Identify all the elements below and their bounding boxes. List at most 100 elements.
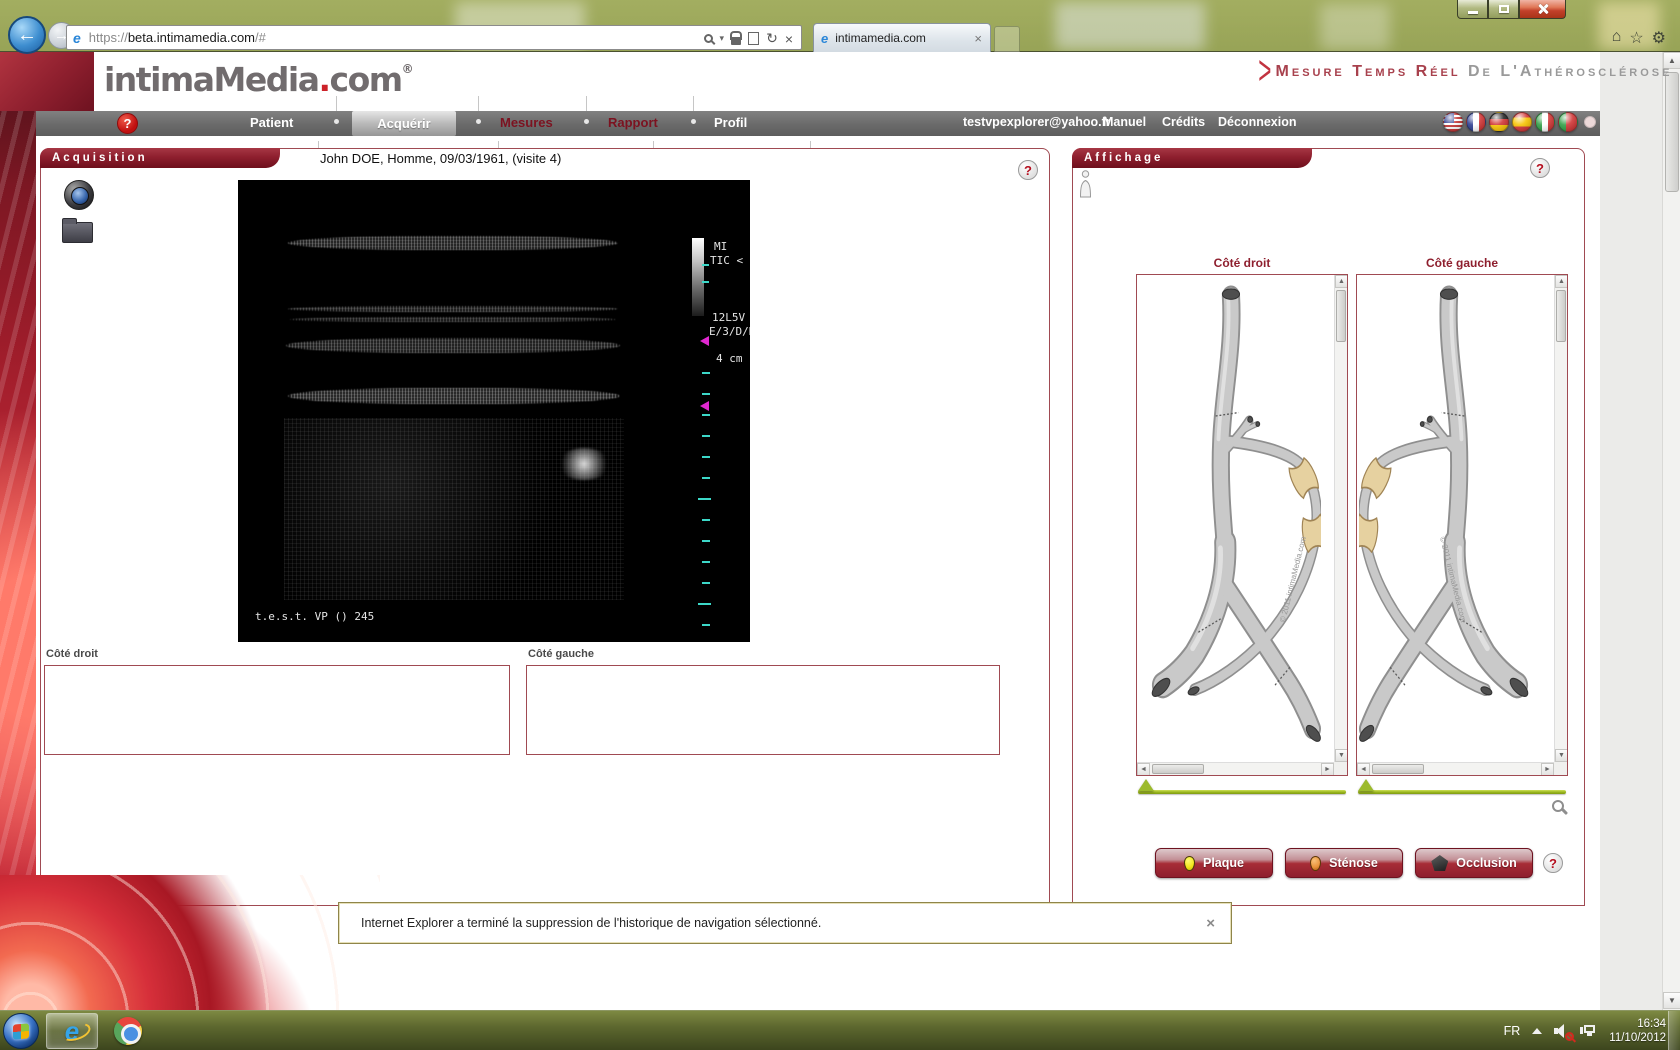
flag-it-icon[interactable] (1535, 112, 1555, 132)
acq-cote-gauche-box[interactable] (526, 665, 1000, 755)
flag-us-icon[interactable] (1443, 112, 1463, 132)
acq-cote-gauche-label: Côté gauche (528, 648, 594, 660)
scroll-left-icon[interactable]: ◄ (1137, 763, 1150, 776)
nav-separator-dot (476, 119, 481, 124)
nav-link-deconnexion[interactable]: Déconnexion (1218, 115, 1297, 129)
taskbar-chrome-button[interactable] (102, 1013, 154, 1049)
zoom-slider-right[interactable] (1138, 790, 1346, 794)
affichage-help-button[interactable]: ? (1530, 158, 1550, 178)
language-indicator[interactable]: FR (1504, 1024, 1521, 1038)
flag-pt-icon[interactable] (1558, 112, 1578, 132)
stop-icon[interactable]: × (785, 31, 793, 47)
address-bar-icons: ▾ ↻ × (704, 30, 793, 47)
tab-close-icon[interactable]: × (974, 31, 982, 46)
diagram-hscrollbar[interactable]: ◄ ► (1357, 762, 1554, 775)
page-art-bottom-left (0, 875, 380, 1010)
address-bar[interactable]: e https://beta.intimamedia.com/# ▾ ↻ × (66, 25, 802, 50)
carotid-diagram-left[interactable]: © 2011 intimaMedia.com ▲ ▼ ◄ ► (1356, 274, 1568, 776)
nav-link-manuel[interactable]: Manuel (1103, 115, 1146, 129)
nav-item-mesures[interactable]: Mesures (500, 115, 553, 130)
nav-item-patient[interactable]: Patient (250, 115, 293, 130)
magnifier-icon[interactable] (1552, 800, 1564, 812)
scroll-down-icon[interactable]: ▼ (1555, 749, 1568, 762)
tray-expand-icon[interactable] (1532, 1028, 1542, 1034)
windows-taskbar: e FR 16:34 11/10/2012 (0, 1010, 1680, 1050)
start-button[interactable] (3, 1013, 39, 1049)
flag-more-icon[interactable] (1584, 116, 1596, 128)
nav-tick (586, 96, 587, 111)
us-ruler-major (698, 498, 711, 608)
occlusion-icon (1431, 855, 1448, 871)
diagram-vscrollbar[interactable]: ▲ ▼ (1554, 275, 1567, 762)
stenose-button[interactable]: Sténose (1285, 848, 1403, 878)
flag-es-icon[interactable] (1512, 112, 1532, 132)
nav-item-rapport[interactable]: Rapport (608, 115, 658, 130)
grayscale-bar (692, 238, 704, 316)
scroll-down-icon[interactable]: ▼ (1335, 749, 1348, 762)
nav-tick (336, 96, 337, 111)
nav-link-credits[interactable]: Crédits (1162, 115, 1205, 129)
logo-tld: com (330, 60, 402, 99)
ultrasound-image[interactable]: MI TIC < 0.4 12L5V E/3/D/H 4 cm t.e.s.t.… (238, 180, 750, 642)
window-maximize-button[interactable] (1488, 0, 1519, 19)
scrollbar-thumb[interactable] (1336, 290, 1346, 342)
home-icon[interactable]: ⌂ (1612, 28, 1622, 48)
carotid-artery-drawing (1139, 278, 1321, 761)
camera-icon[interactable] (64, 180, 94, 210)
scrollbar-thumb[interactable] (1372, 764, 1424, 774)
carotid-diagram-right[interactable]: © 2011 intimaMedia.com ▲ ▼ ◄ ► (1136, 274, 1348, 776)
folder-icon[interactable] (62, 222, 93, 243)
slider-handle[interactable] (1358, 779, 1374, 791)
scrollbar-thumb[interactable] (1152, 764, 1204, 774)
browser-tab[interactable]: e intimamedia.com × (813, 23, 991, 52)
acquisition-panel-title: Acquisition (40, 148, 280, 168)
legend-help-button[interactable]: ? (1543, 853, 1563, 873)
taskbar-clock[interactable]: 16:34 11/10/2012 (1609, 1017, 1666, 1045)
show-desktop-button[interactable] (1668, 1011, 1680, 1050)
us-marker-icon (700, 401, 709, 411)
compatibility-view-icon[interactable] (748, 32, 759, 45)
scroll-down-icon[interactable]: ▼ (1663, 992, 1680, 1009)
plaque-button[interactable]: Plaque (1155, 848, 1273, 878)
ultrasound-tissue-band (290, 317, 616, 322)
new-tab-button[interactable] (994, 26, 1020, 52)
nav-separator-dot (691, 119, 696, 124)
site-logo[interactable]: intimaMedia.com® (104, 60, 414, 99)
chevron-icon: > (1258, 59, 1271, 86)
flag-de-icon[interactable] (1489, 112, 1509, 132)
browser-vertical-scrollbar[interactable]: ▲ ▼ (1662, 52, 1680, 1010)
person-icon[interactable] (1078, 170, 1093, 198)
slider-handle[interactable] (1138, 779, 1154, 791)
scroll-up-icon[interactable]: ▲ (1555, 275, 1568, 288)
scroll-right-icon[interactable]: ► (1541, 763, 1554, 776)
nav-help-button[interactable]: ? (117, 113, 138, 134)
volume-muted-icon[interactable] (1554, 1024, 1570, 1038)
system-tray: FR 16:34 11/10/2012 (1504, 1011, 1666, 1050)
scroll-up-icon[interactable]: ▲ (1335, 275, 1348, 288)
search-icon[interactable] (704, 34, 713, 43)
taskbar-ie-button[interactable]: e (46, 1013, 98, 1049)
occlusion-button[interactable]: Occlusion (1415, 848, 1533, 878)
notification-close-icon[interactable]: × (1206, 915, 1215, 932)
flag-fr-icon[interactable] (1466, 112, 1486, 132)
scrollbar-thumb[interactable] (1556, 290, 1566, 342)
tools-gear-icon[interactable]: ⚙ (1652, 28, 1666, 48)
window-close-button[interactable] (1519, 0, 1566, 19)
zoom-slider-left[interactable] (1358, 790, 1566, 794)
window-minimize-button[interactable] (1457, 0, 1488, 19)
dropdown-icon[interactable]: ▾ (720, 33, 725, 44)
nav-item-acquerir[interactable]: Acquérir (352, 111, 456, 136)
network-icon[interactable] (1582, 1025, 1597, 1038)
scroll-right-icon[interactable]: ► (1321, 763, 1334, 776)
diagram-vscrollbar[interactable]: ▲ ▼ (1334, 275, 1347, 762)
acq-cote-droit-box[interactable] (44, 665, 510, 755)
scroll-left-icon[interactable]: ◄ (1357, 763, 1370, 776)
refresh-icon[interactable]: ↻ (766, 30, 778, 47)
scrollbar-thumb[interactable] (1665, 72, 1679, 192)
acquisition-help-button[interactable]: ? (1018, 160, 1038, 180)
url-text[interactable]: https://beta.intimamedia.com/# (89, 30, 266, 45)
favorites-star-icon[interactable]: ☆ (1629, 28, 1643, 48)
diagram-hscrollbar[interactable]: ◄ ► (1137, 762, 1334, 775)
nav-item-profil[interactable]: Profil (714, 115, 747, 130)
browser-back-button[interactable]: ← (8, 16, 46, 54)
